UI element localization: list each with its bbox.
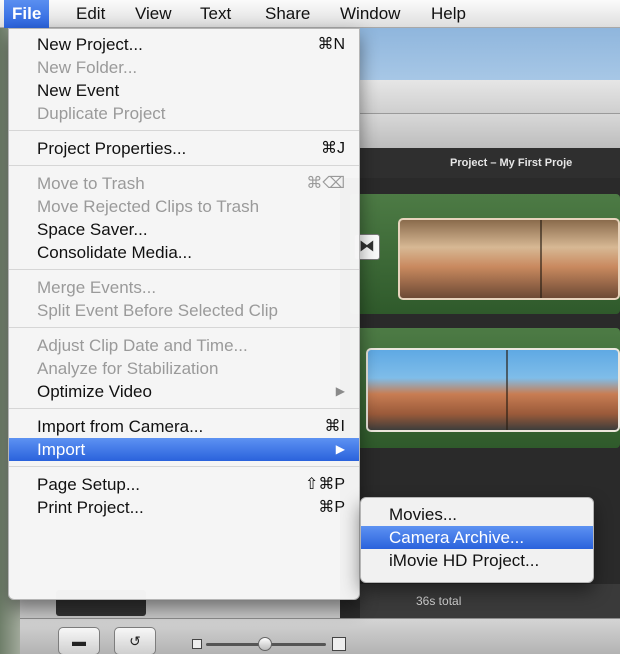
menu-item-label: Adjust Clip Date and Time... [37,336,248,355]
menu-item-label: Duplicate Project [37,104,166,123]
menu-item-analyze-stabilization: Analyze for Stabilization [9,357,359,380]
menu-item-label: New Project... [37,35,143,54]
menu-item-label: Space Saver... [37,220,148,239]
video-clip[interactable] [398,218,620,300]
window-toolbar [360,80,620,114]
menu-item-import[interactable]: Import ▶ [9,438,359,461]
clip-divider [540,220,542,298]
clip-track-2 [350,328,620,448]
menu-item-space-saver[interactable]: Space Saver... [9,218,359,241]
menu-share[interactable]: Share [257,0,318,28]
menu-item-label: Move to Trash [37,174,145,193]
menu-item-label: New Folder... [37,58,138,77]
menu-separator [9,403,359,415]
clip-track-1: ⧓ [350,194,620,314]
shortcut-label: ⌘N [317,36,345,53]
shortcut-label: ⌘P [318,499,345,516]
menu-item-print-project[interactable]: Print Project... ⌘P [9,496,359,519]
menu-item-consolidate-media[interactable]: Consolidate Media... [9,241,359,264]
menu-separator [9,160,359,172]
menu-separator [9,264,359,276]
menu-item-duplicate-project: Duplicate Project [9,102,359,125]
menu-item-label: Merge Events... [37,278,157,297]
menu-item-label: Import [37,440,86,459]
camera-icon: ▬ [72,633,86,649]
window-toolbar-secondary [360,114,620,148]
menu-item-project-properties[interactable]: Project Properties... ⌘J [9,137,359,160]
zoom-in-icon [332,637,346,651]
menu-file[interactable]: File [4,0,50,28]
shortcut-label: ⌘I [324,418,345,435]
menu-item-label: Split Event Before Selected Clip [37,301,278,320]
rotate-button[interactable]: ↺ [114,627,156,654]
menu-help[interactable]: Help [423,0,474,28]
menu-item-optimize-video[interactable]: Optimize Video ▶ [9,380,359,403]
shortcut-label: ⌘⌫ [306,175,345,192]
submenu-item-imovie-hd-project[interactable]: iMovie HD Project... [361,549,593,572]
menu-item-label: iMovie HD Project... [389,551,540,570]
menu-window[interactable]: Window [332,0,408,28]
menu-item-label: Project Properties... [37,139,187,158]
menu-item-import-from-camera[interactable]: Import from Camera... ⌘I [9,415,359,438]
menu-item-move-rejected-clips: Move Rejected Clips to Trash [9,195,359,218]
video-clip[interactable] [366,348,620,432]
submenu-arrow-icon: ▶ [335,442,345,456]
project-title: Project – My First Proje [360,148,620,178]
menu-item-label: Move Rejected Clips to Trash [37,197,260,216]
menu-separator [9,125,359,137]
menu-edit[interactable]: Edit [68,0,113,28]
shortcut-label: ⇧⌘P [304,476,345,493]
menu-view[interactable]: View [127,0,180,28]
slider-knob[interactable] [258,637,272,651]
menu-item-label: Import from Camera... [37,417,204,436]
zoom-slider[interactable] [192,637,352,651]
submenu-item-camera-archive[interactable]: Camera Archive... [361,526,593,549]
shortcut-label: ⌘J [321,140,345,157]
file-menu: New Project... ⌘N New Folder... New Event… [8,28,360,600]
menu-item-label: Analyze for Stabilization [37,359,219,378]
menu-bar: File Edit View Text Share Window Help [0,0,620,28]
menu-item-label: Optimize Video [37,382,152,401]
bottom-toolbar: ▬ ↺ [20,618,620,654]
menu-item-new-folder: New Folder... [9,56,359,79]
menu-item-new-event[interactable]: New Event [9,79,359,102]
menu-item-move-to-trash: Move to Trash ⌘⌫ [9,172,359,195]
menu-separator [9,322,359,334]
rotate-icon: ↺ [129,633,141,649]
submenu-item-movies[interactable]: Movies... [361,503,593,526]
menu-item-adjust-clip-date: Adjust Clip Date and Time... [9,334,359,357]
camera-button[interactable]: ▬ [58,627,100,654]
zoom-out-icon [192,639,202,649]
menu-item-label: Movies... [389,505,458,524]
menu-item-label: Camera Archive... [389,528,525,547]
clip-divider [506,350,508,430]
menu-item-split-event: Split Event Before Selected Clip [9,299,359,322]
menu-item-label: New Event [37,81,120,100]
menu-item-new-project[interactable]: New Project... ⌘N [9,33,359,56]
menu-item-label: Page Setup... [37,475,141,494]
import-submenu: Movies... Camera Archive... iMovie HD Pr… [360,497,594,583]
menu-separator [9,461,359,473]
status-text: 36s total [360,584,620,618]
submenu-arrow-icon: ▶ [335,384,345,398]
window-top-area [360,28,620,80]
menu-item-label: Print Project... [37,498,144,517]
menu-item-label: Consolidate Media... [37,243,192,262]
menu-text[interactable]: Text [192,0,239,28]
menu-item-page-setup[interactable]: Page Setup... ⇧⌘P [9,473,359,496]
menu-item-merge-events: Merge Events... [9,276,359,299]
